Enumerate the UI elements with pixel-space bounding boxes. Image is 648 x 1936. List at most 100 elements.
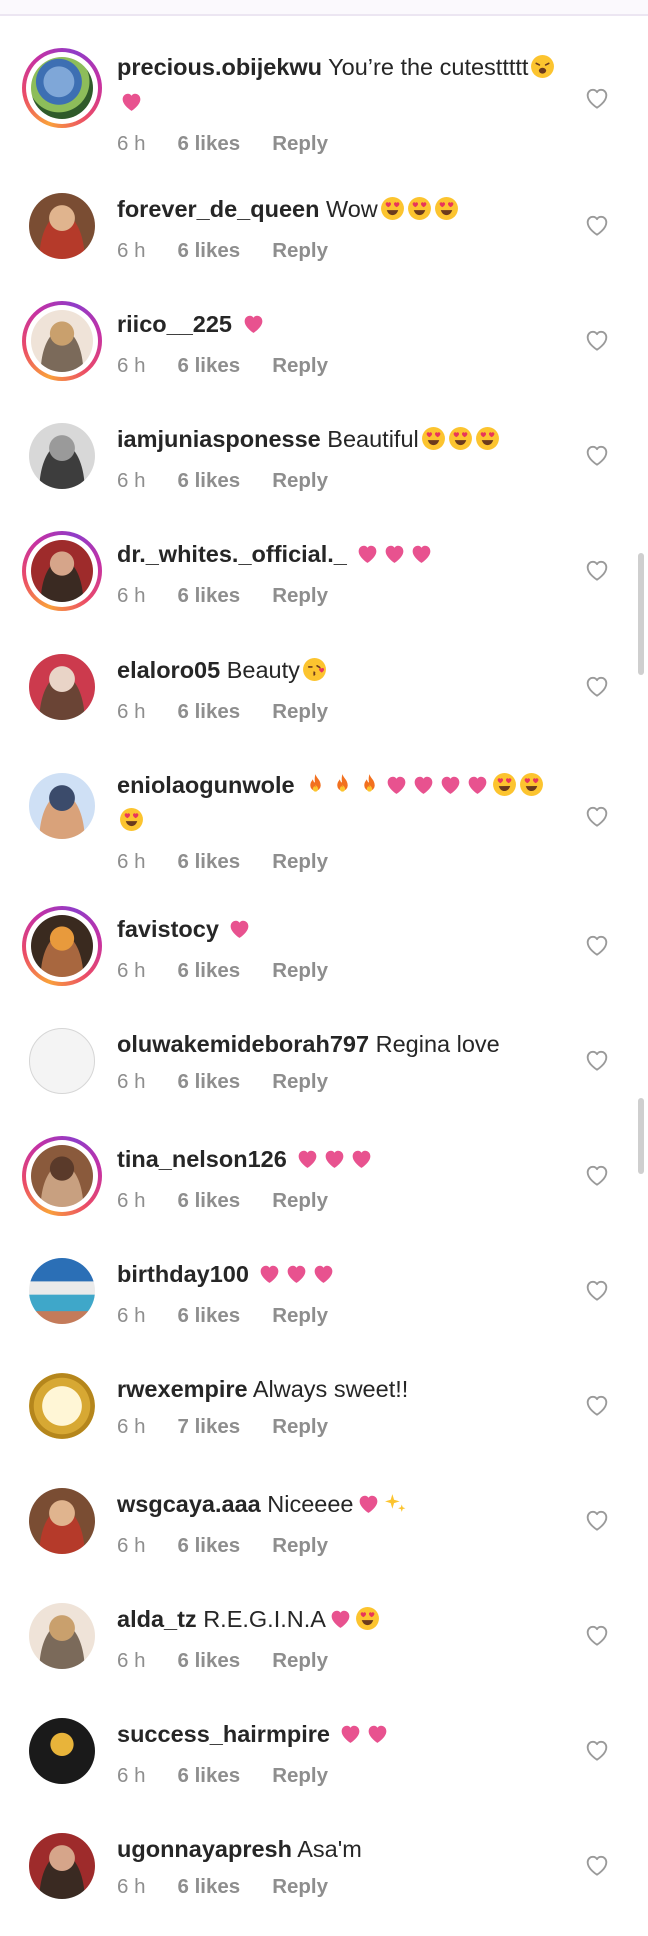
comment-time: 6 h: [117, 239, 146, 262]
like-heart-icon[interactable]: [583, 802, 611, 830]
avatar[interactable]: [22, 1826, 102, 1906]
comment-likes[interactable]: 6 likes: [178, 469, 241, 492]
avatar[interactable]: [22, 1596, 102, 1676]
reply-button[interactable]: Reply: [272, 354, 328, 377]
comment-username[interactable]: rwexempire: [117, 1376, 248, 1402]
comment-text-line: success_hairmpire: [117, 1719, 557, 1754]
like-heart-icon[interactable]: [583, 1851, 611, 1879]
comment-username[interactable]: oluwakemideborah797: [117, 1031, 369, 1057]
comment-likes[interactable]: 6 likes: [178, 1649, 241, 1672]
comment-username[interactable]: ugonnayapresh: [117, 1836, 292, 1862]
comment-username[interactable]: forever_de_queen: [117, 196, 319, 222]
reply-button[interactable]: Reply: [272, 584, 328, 607]
like-heart-icon[interactable]: [583, 1046, 611, 1074]
reply-button[interactable]: Reply: [272, 1415, 328, 1438]
comment-likes[interactable]: 6 likes: [178, 850, 241, 873]
reply-button[interactable]: Reply: [272, 1189, 328, 1212]
comment-username[interactable]: iamjuniasponesse: [117, 426, 321, 452]
reply-button[interactable]: Reply: [272, 700, 328, 723]
comment-likes[interactable]: 6 likes: [178, 132, 241, 155]
reply-button[interactable]: Reply: [272, 1534, 328, 1557]
reply-button[interactable]: Reply: [272, 469, 328, 492]
heart-eyes-emoji-icon: [119, 807, 144, 840]
avatar[interactable]: [22, 1136, 102, 1216]
comment-body: oluwakemideborah797 Regina love 6 h 6 like…: [117, 1029, 557, 1094]
comment-likes[interactable]: 6 likes: [178, 700, 241, 723]
comment-username[interactable]: precious.obijekwu: [117, 54, 322, 80]
comment-username[interactable]: tina_nelson126: [117, 1146, 287, 1172]
comment-row: iamjuniasponesse Beautiful 6 h 6 likes Repl…: [0, 416, 648, 526]
comment-row: forever_de_queen Wow 6 h 6 likes Reply: [0, 186, 648, 296]
comment-meta: 6 h 6 likes Reply: [117, 354, 557, 378]
comment-likes[interactable]: 6 likes: [178, 1189, 241, 1212]
avatar[interactable]: [22, 1481, 102, 1561]
like-heart-icon[interactable]: [583, 211, 611, 239]
comment-text-line: favistocy: [117, 914, 557, 949]
comment-likes[interactable]: 6 likes: [178, 1534, 241, 1557]
comment-meta: 6 h 6 likes Reply: [117, 959, 557, 983]
comment-likes[interactable]: 6 likes: [178, 1764, 241, 1787]
avatar[interactable]: [22, 186, 102, 266]
like-heart-icon[interactable]: [583, 672, 611, 700]
comment-username[interactable]: elaloro05: [117, 657, 220, 683]
comment-likes[interactable]: 6 likes: [178, 584, 241, 607]
like-heart-icon[interactable]: [583, 1391, 611, 1419]
reply-button[interactable]: Reply: [272, 1875, 328, 1898]
pink-heart-emoji-icon: [284, 1261, 309, 1294]
comment-likes[interactable]: 6 likes: [178, 239, 241, 262]
avatar[interactable]: [22, 906, 102, 986]
reply-button[interactable]: Reply: [272, 1304, 328, 1327]
comment-row: rwexempire Always sweet!! 6 h 7 likes Reply: [0, 1366, 648, 1476]
avatar[interactable]: [22, 1251, 102, 1331]
like-heart-icon[interactable]: [583, 1161, 611, 1189]
pink-heart-emoji-icon: [411, 772, 436, 805]
reply-button[interactable]: Reply: [272, 959, 328, 982]
like-heart-icon[interactable]: [583, 1621, 611, 1649]
avatar[interactable]: [22, 766, 102, 846]
like-heart-icon[interactable]: [583, 1736, 611, 1764]
avatar[interactable]: [22, 301, 102, 381]
comment-username[interactable]: alda_tz: [117, 1606, 197, 1632]
comment-likes[interactable]: 6 likes: [178, 354, 241, 377]
avatar[interactable]: [22, 1366, 102, 1446]
comment-username[interactable]: success_hairmpire: [117, 1721, 330, 1747]
comment-username[interactable]: wsgcaya.aaa: [117, 1491, 261, 1517]
comment-username[interactable]: riico__225: [117, 311, 232, 337]
comment-row: alda_tz R.E.G.I.N.A 6 h 6 likes Reply: [0, 1596, 648, 1706]
comment-likes[interactable]: 6 likes: [178, 1875, 241, 1898]
comment-meta: 6 h 6 likes Reply: [117, 850, 557, 874]
reply-button[interactable]: Reply: [272, 1764, 328, 1787]
avatar[interactable]: [22, 531, 102, 611]
comment-likes[interactable]: 6 likes: [178, 1304, 241, 1327]
comment-meta: 6 h 6 likes Reply: [117, 1070, 557, 1094]
comment-username[interactable]: eniolaogunwole: [117, 772, 295, 798]
comment-time: 6 h: [117, 700, 146, 723]
avatar[interactable]: [22, 416, 102, 496]
reply-button[interactable]: Reply: [272, 132, 328, 155]
comment-username[interactable]: favistocy: [117, 916, 219, 942]
like-heart-icon[interactable]: [583, 84, 611, 112]
comment-body: iamjuniasponesse Beautiful 6 h 6 likes Repl…: [117, 424, 557, 493]
reply-button[interactable]: Reply: [272, 239, 328, 262]
like-heart-icon[interactable]: [583, 1506, 611, 1534]
comment-likes[interactable]: 6 likes: [178, 959, 241, 982]
reply-button[interactable]: Reply: [272, 1649, 328, 1672]
comment-text-line: precious.obijekwu You’re the cutesttttt: [117, 52, 557, 122]
pink-heart-emoji-icon: [356, 1491, 381, 1524]
like-heart-icon[interactable]: [583, 441, 611, 469]
like-heart-icon[interactable]: [583, 931, 611, 959]
avatar[interactable]: [22, 1711, 102, 1791]
comment-username[interactable]: dr._whites._official._: [117, 541, 347, 567]
like-heart-icon[interactable]: [583, 1276, 611, 1304]
comment-likes[interactable]: 6 likes: [178, 1070, 241, 1093]
avatar[interactable]: [22, 48, 102, 128]
reply-button[interactable]: Reply: [272, 850, 328, 873]
comment-likes[interactable]: 7 likes: [178, 1415, 241, 1438]
comment-username[interactable]: birthday100: [117, 1261, 249, 1287]
avatar[interactable]: [22, 647, 102, 727]
reply-button[interactable]: Reply: [272, 1070, 328, 1093]
comment-body: favistocy 6 h 6 likes Reply: [117, 914, 557, 983]
like-heart-icon[interactable]: [583, 326, 611, 354]
avatar[interactable]: [22, 1021, 102, 1101]
like-heart-icon[interactable]: [583, 556, 611, 584]
